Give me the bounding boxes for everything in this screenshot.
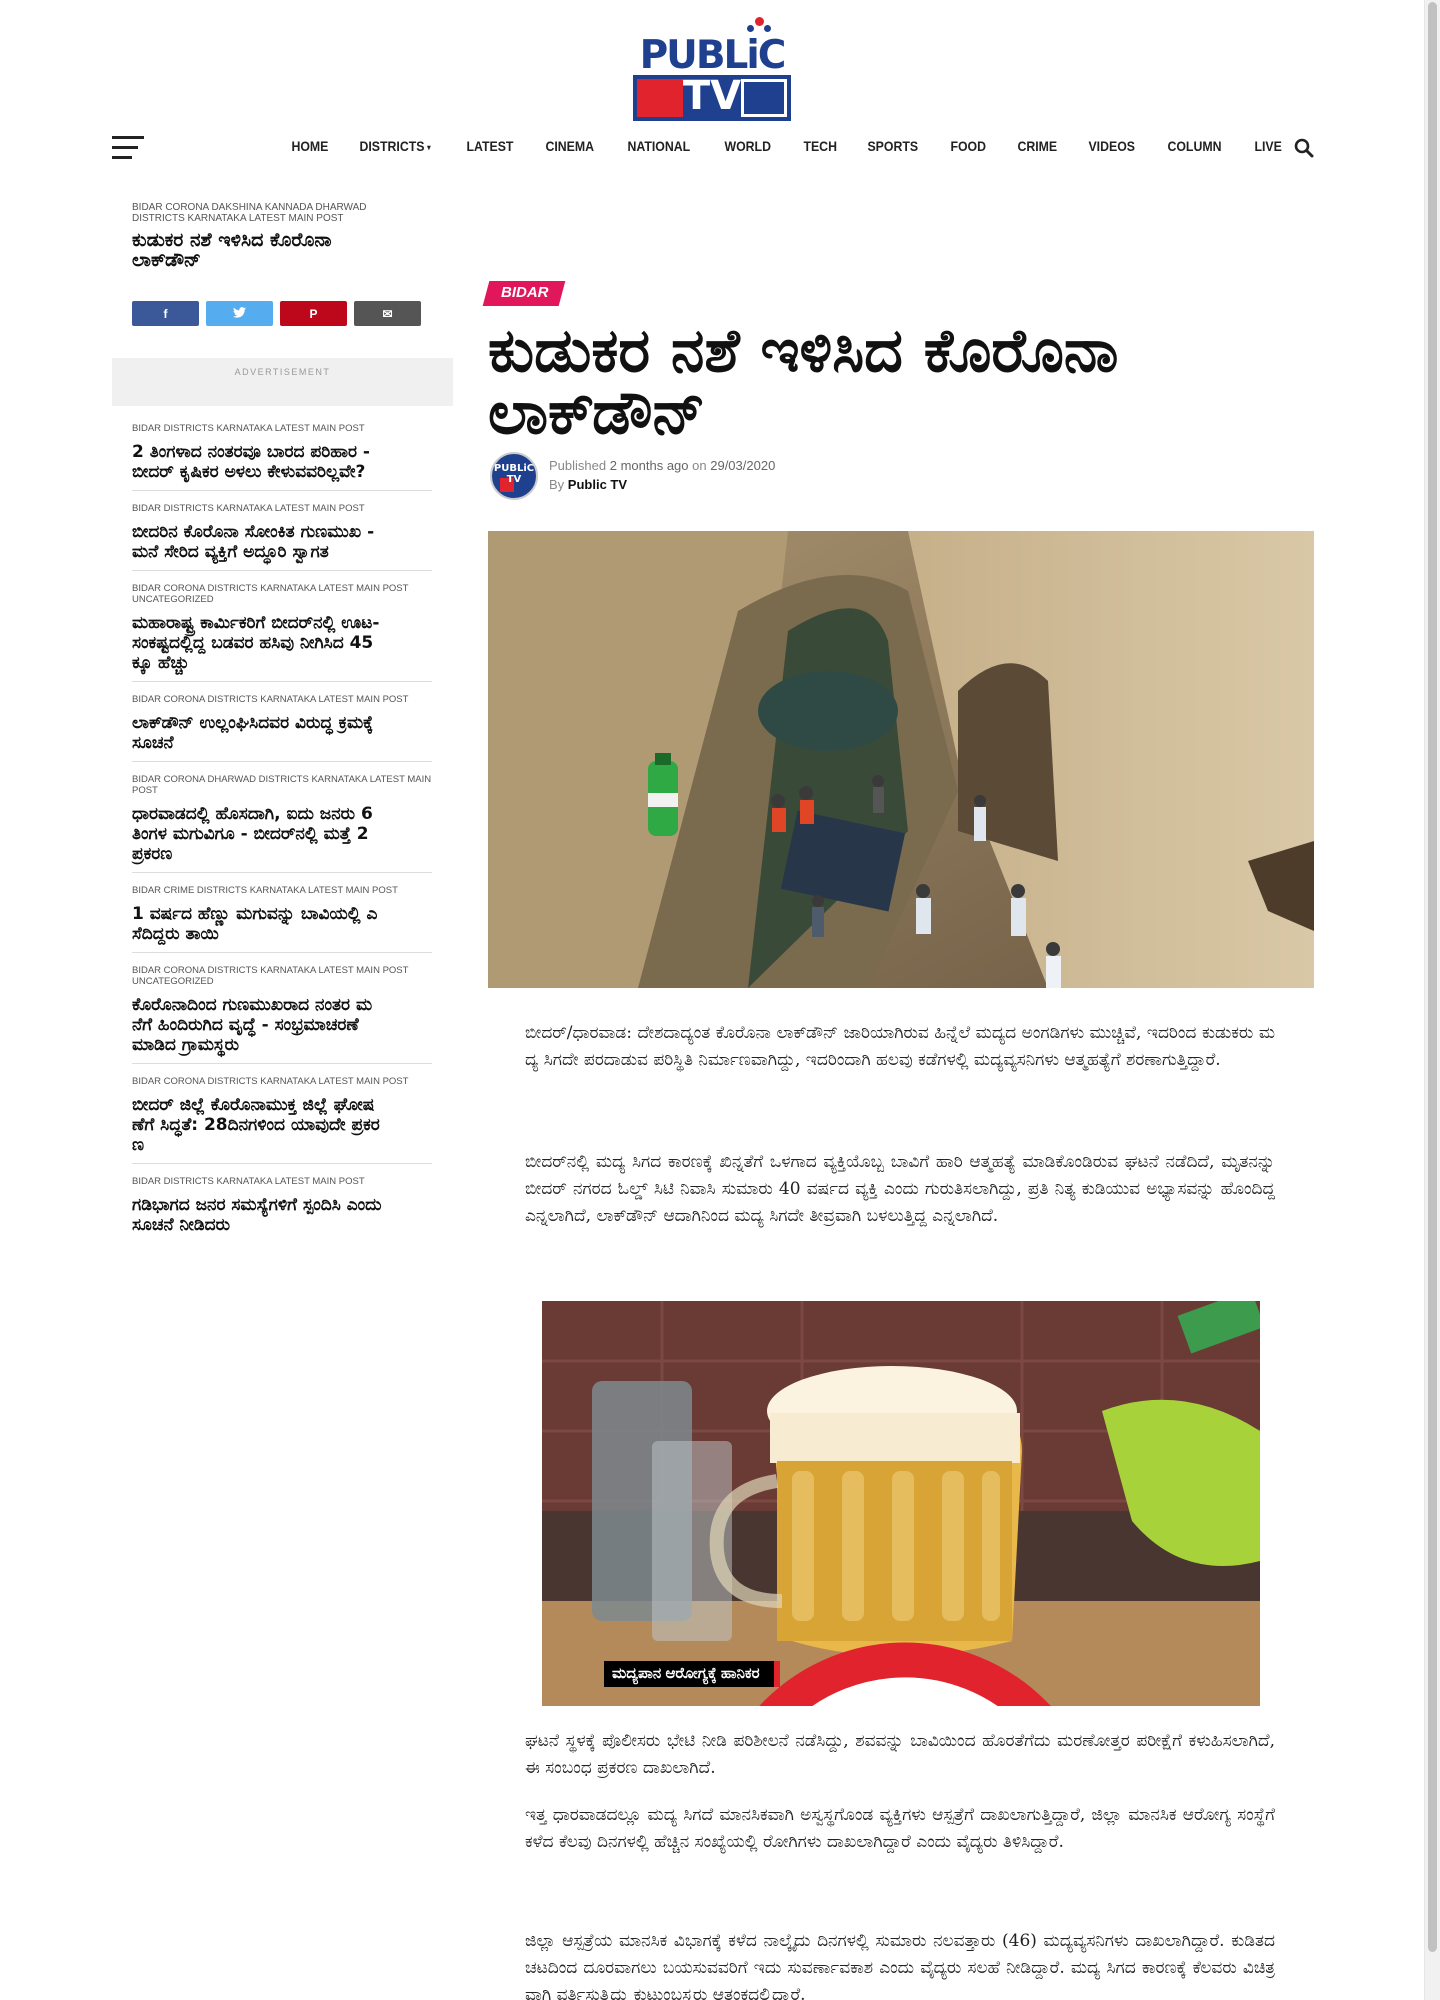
list-item[interactable]: BIDAR CRIME DISTRICTS KARNATAKA LATEST M…: [132, 885, 432, 953]
post-categories[interactable]: BIDAR CORONA DISTRICTS KARNATAKA LATEST …: [132, 965, 432, 987]
list-item[interactable]: BIDAR DISTRICTS KARNATAKA LATEST MAIN PO…: [132, 423, 432, 491]
article-paragraph: ಇತ್ತ ಧಾರವಾಡದಲ್ಲೂ ಮದ್ಯ ಸಿಗದೆ ಮಾನಸಿಕವಾಗಿ ಅ…: [525, 1805, 1275, 1852]
publish-date: 29/03/2020: [710, 458, 776, 473]
nav-live[interactable]: LIVE: [1243, 134, 1293, 162]
list-item[interactable]: BIDAR CORONA DISTRICTS KARNATAKA LATEST …: [132, 694, 432, 762]
nav-latest[interactable]: LATEST: [455, 134, 525, 162]
by-label: By: [549, 477, 565, 492]
post-title[interactable]: ಬೀದರ್ ಜಿಲ್ಲೆ ಕೊರೊನಾಮುಕ್ತ ಜಿಲ್ಲೆ ಘೋಷಣೆಗೆ …: [132, 1095, 382, 1155]
nav-column-label: COLUMN: [1167, 138, 1222, 154]
post-categories[interactable]: BIDAR CORONA DHARWAD DISTRICTS KARNATAKA…: [132, 774, 432, 796]
avatar-logo-text: PUBLiC TV: [493, 463, 535, 485]
nav-videos-label: VIDEOS: [1088, 138, 1136, 154]
twitter-icon: [233, 306, 246, 321]
post-categories[interactable]: BIDAR CRIME DISTRICTS KARNATAKA LATEST M…: [132, 885, 432, 896]
author-link[interactable]: Public TV: [568, 477, 627, 492]
post-categories[interactable]: BIDAR CORONA DISTRICTS KARNATAKA LATEST …: [132, 583, 432, 605]
ad-label: ADVERTISEMENT: [234, 367, 331, 377]
logo-text-public: PUBLiC: [639, 33, 787, 78]
post-title[interactable]: ಕುಡುಕರ ನಶೆ ಇಳಿಸಿದ ಕೊರೊನಾ ಲಾಕ್‍ಡೌನ್: [132, 230, 382, 270]
list-item[interactable]: BIDAR CORONA DHARWAD DISTRICTS KARNATAKA…: [132, 774, 432, 873]
post-title[interactable]: ಧಾರವಾಡದಲ್ಲಿ ಹೊಸದಾಗಿ, ಐದು ಜನರು 6 ತಿಂಗಳ ಮಗ…: [132, 804, 382, 864]
nav-world[interactable]: WORLD: [713, 134, 782, 162]
post-categories[interactable]: BIDAR DISTRICTS KARNATAKA LATEST MAIN PO…: [132, 423, 432, 434]
twitter-share-button[interactable]: [206, 301, 273, 326]
article-paragraph: ಬೀದರ್/ಧಾರವಾಡ: ದೇಶದಾದ್ಯಂತ ಕೊರೊನಾ ಲಾಕ್‍ಡೌನ…: [525, 1023, 1275, 1070]
health-warning-caption: ಮದ್ಯಪಾನ ಆರೋಗ್ಯಕ್ಕೆ ಹಾನಿಕರ: [604, 1661, 780, 1687]
email-icon: ✉: [382, 306, 393, 321]
list-item[interactable]: BIDAR DISTRICTS KARNATAKA LATEST MAIN PO…: [132, 1176, 432, 1243]
pinterest-icon: P: [309, 306, 318, 321]
sidebar-top-post[interactable]: BIDAR CORONA DAKSHINA KANNADA DHARWAD DI…: [132, 202, 402, 270]
main-nav: HOME DISTRICTS ▾ LATEST CINEMA NATIONAL W…: [280, 134, 1300, 162]
published-label: Published: [549, 458, 607, 473]
facebook-icon: f: [163, 306, 168, 321]
share-buttons: f P ✉: [132, 301, 421, 326]
nav-tech-label: TECH: [803, 138, 837, 154]
pinterest-share-button[interactable]: P: [280, 301, 347, 326]
nav-sports[interactable]: SPORTS: [856, 134, 930, 162]
nav-food-label: FOOD: [950, 138, 987, 154]
nav-sports-label: SPORTS: [867, 138, 918, 154]
hamburger-icon[interactable]: [112, 136, 144, 160]
published-ago: 2 months ago: [609, 458, 689, 473]
nav-crime-label: CRIME: [1017, 138, 1058, 154]
public-tv-logo[interactable]: PUBLiC TV: [631, 15, 793, 123]
no-alcohol-icon: [546, 1639, 1051, 1706]
email-share-button[interactable]: ✉: [354, 301, 421, 326]
nav-tech[interactable]: TECH: [792, 134, 848, 162]
nav-column[interactable]: COLUMN: [1156, 134, 1233, 162]
list-item[interactable]: BIDAR CORONA DISTRICTS KARNATAKA LATEST …: [132, 583, 432, 682]
post-title[interactable]: ಮಹಾರಾಷ್ಟ್ರ ಕಾರ್ಮಿಕರಿಗೆ ಬೀದರ್‌ನಲ್ಲಿ ಊಟ- ಸ…: [132, 613, 382, 673]
article-paragraph: ಜಿಲ್ಲಾ ಆಸ್ಪತ್ರೆಯ ಮಾನಸಿಕ ವಿಭಾಗಕ್ಕೆ ಕಳೆದ ನ…: [525, 1931, 1275, 2000]
nav-national[interactable]: NATIONAL: [616, 134, 702, 162]
post-title[interactable]: ಲಾಕ್‍ಡೌನ್ ಉಲ್ಲಂಘಿಸಿದವರ ವಿರುದ್ಧ ಕ್ರಮಕ್ಕೆ …: [132, 713, 382, 753]
nav-latest-label: LATEST: [466, 138, 514, 154]
advertisement-slot: ADVERTISEMENT: [112, 358, 453, 406]
scrollbar-thumb[interactable]: [1428, 2, 1437, 1952]
nav-home[interactable]: HOME: [280, 134, 340, 162]
post-categories[interactable]: BIDAR DISTRICTS KARNATAKA LATEST MAIN PO…: [132, 503, 432, 514]
nav-crime[interactable]: CRIME: [1006, 134, 1069, 162]
nav-live-label: LIVE: [1254, 138, 1283, 154]
nav-cinema[interactable]: CINEMA: [534, 134, 605, 162]
nav-districts-label: DISTRICTS: [359, 138, 425, 154]
post-categories[interactable]: BIDAR DISTRICTS KARNATAKA LATEST MAIN PO…: [132, 1176, 432, 1187]
nav-districts[interactable]: DISTRICTS ▾: [348, 134, 442, 162]
article-title: ಕುಡುಕರ ನಶೆ ಇಳಿಸಿದ ಕೊರೊನಾ ಲಾಕ್‍ಡೌನ್: [488, 316, 1119, 448]
beer-mug-photo: ಮದ್ಯಪಾನ ಆರೋಗ್ಯಕ್ಕೆ ಹಾನಿಕರ: [542, 1301, 1260, 1706]
post-categories[interactable]: BIDAR CORONA DISTRICTS KARNATAKA LATEST …: [132, 694, 432, 705]
post-title[interactable]: ಬೀದರಿನ ಕೊರೊನಾ ಸೋಂಕಿತ ಗುಣಮುಖ - ಮನೆ ಸೇರಿದ …: [132, 522, 382, 562]
category-tag-label[interactable]: BIDAR: [501, 284, 549, 301]
post-title[interactable]: 2 ತಿಂಗಳಾದ ನಂತರವೂ ಬಾರದ ಪರಿಹಾರ - ಬೀದರ್ ಕೃಷ…: [132, 442, 382, 482]
publish-meta: Published 2 months ago on 29/03/2020: [549, 458, 775, 473]
post-title[interactable]: ಕೊರೊನಾದಿಂದ ಗುಣಮುಖರಾದ ನಂತರ ಮನೆಗೆ ಹಿಂದಿರುಗ…: [132, 995, 382, 1055]
post-categories[interactable]: BIDAR CORONA DAKSHINA KANNADA DHARWAD DI…: [132, 202, 402, 224]
article-paragraph: ಬೀದರ್‌ನಲ್ಲಿ ಮದ್ಯ ಸಿಗದ ಕಾರಣಕ್ಕೆ ಖಿನ್ನತೆಗೆ…: [525, 1152, 1275, 1226]
nav-food[interactable]: FOOD: [939, 134, 997, 162]
article-paragraph: ಘಟನೆ ಸ್ಥಳಕ್ಕೆ ಪೊಲೀಸರು ಭೇಟಿ ನೀಡಿ ಪರಿಶೀಲನೆ…: [525, 1731, 1275, 1778]
logo-text-tv: TV: [682, 73, 742, 119]
post-categories[interactable]: BIDAR CORONA DISTRICTS KARNATAKA LATEST …: [132, 1076, 432, 1087]
sidebar-post-list: BIDAR DISTRICTS KARNATAKA LATEST MAIN PO…: [132, 423, 432, 1255]
well-rescue-photo: [488, 531, 1314, 988]
nav-national-label: NATIONAL: [626, 138, 690, 154]
chevron-down-icon: ▾: [427, 142, 431, 152]
nav-cinema-label: CINEMA: [545, 138, 595, 154]
page-scrollbar[interactable]: [1424, 0, 1440, 2000]
nav-videos[interactable]: VIDEOS: [1077, 134, 1146, 162]
post-title[interactable]: 1 ವರ್ಷದ ಹೆಣ್ಣು ಮಗುವನ್ನು ಬಾವಿಯಲ್ಲಿ ಎಸೆದಿದ…: [132, 904, 382, 944]
list-item[interactable]: BIDAR DISTRICTS KARNATAKA LATEST MAIN PO…: [132, 503, 432, 571]
author-meta: By Public TV: [549, 477, 627, 492]
on-label: on: [692, 458, 707, 473]
post-title[interactable]: ಗಡಿಭಾಗದ ಜನರ ಸಮಸ್ಯೆಗಳಿಗೆ ಸ್ಪಂದಿಸಿ ಎಂದು ಸೂ…: [132, 1195, 382, 1235]
nav-home-label: HOME: [291, 138, 329, 154]
nav-world-label: WORLD: [724, 138, 771, 154]
facebook-share-button[interactable]: f: [132, 301, 199, 326]
list-item[interactable]: BIDAR CORONA DISTRICTS KARNATAKA LATEST …: [132, 1076, 432, 1164]
list-item[interactable]: BIDAR CORONA DISTRICTS KARNATAKA LATEST …: [132, 965, 432, 1064]
author-avatar[interactable]: PUBLiC TV: [490, 452, 538, 500]
search-icon[interactable]: [1294, 138, 1314, 158]
